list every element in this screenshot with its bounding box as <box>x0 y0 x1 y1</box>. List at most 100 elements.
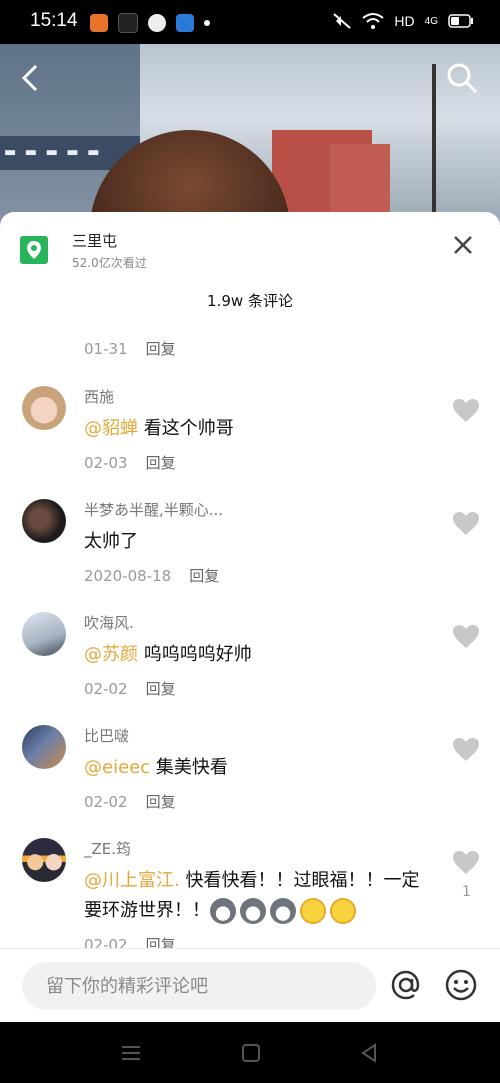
battery-icon <box>448 14 473 28</box>
mention-link[interactable]: @貂蝉 <box>84 418 138 439</box>
network-label: HD <box>394 13 415 29</box>
comment-body: 看这个帅哥 <box>143 418 234 439</box>
zhihu-icon <box>148 14 166 32</box>
like-button[interactable] <box>452 511 480 537</box>
comment-body: 太帅了 <box>84 531 138 552</box>
husky-emoji-icon <box>270 898 296 924</box>
comment-username[interactable]: 吹海风. <box>84 612 134 633</box>
triangle-back-icon <box>361 1043 376 1063</box>
list-item: 比巴啵 @eieec 集美快看 02-02 回复 <box>0 713 500 826</box>
status-indicators: HD 4G <box>332 12 474 30</box>
comment-username[interactable]: _ZE.筠 <box>84 838 131 859</box>
mention-link[interactable]: @川上富江. <box>84 870 180 891</box>
avatar[interactable] <box>22 725 66 769</box>
home-button[interactable] <box>240 1042 262 1064</box>
comment-meta: 02-02 回复 <box>84 791 176 812</box>
comment-list: 01-31 回复 西施 @貂蝉 看这个帅哥 02-03 回复 半梦あ半醒,半颗心..… <box>0 324 500 956</box>
at-icon <box>391 970 420 1000</box>
comment-meta: 02-02 回复 <box>84 678 176 699</box>
list-item: 01-31 回复 <box>0 324 500 374</box>
list-item: 吹海风. @苏颜 呜呜呜呜好帅 02-02 回复 <box>0 600 500 713</box>
search-button[interactable] <box>444 60 480 96</box>
like-button[interactable] <box>452 737 480 763</box>
list-item: _ZE.筠 @川上富江. 快看快看！！过眼福！！一定要环游世界！！ 02-02 回… <box>0 826 500 956</box>
comment-count: 1.9w 条评论 <box>207 292 293 310</box>
comment-text: @貂蝉 看这个帅哥 <box>84 414 424 444</box>
like-button[interactable] <box>452 398 480 424</box>
wifi-icon <box>362 13 385 29</box>
heart-icon <box>453 399 479 422</box>
comment-date: 01-31 <box>84 340 128 358</box>
like-button[interactable] <box>452 850 480 876</box>
reply-button[interactable]: 回复 <box>146 793 176 811</box>
comment-text: @苏颜 呜呜呜呜好帅 <box>84 640 424 670</box>
status-bar: 15:14 HD 4G <box>0 0 500 44</box>
app-notification-icon <box>90 14 108 32</box>
avatar[interactable] <box>22 612 66 656</box>
close-button[interactable] <box>448 230 478 260</box>
back-button[interactable] <box>14 60 50 96</box>
location-title[interactable]: 三里屯 <box>72 230 117 251</box>
smile-emoji-icon <box>330 898 356 924</box>
comment-date: 02-03 <box>84 454 128 472</box>
comment-sheet: 三里屯 52.0亿次看过 1.9w 条评论 01-31 回复 西施 @貂蝉 看这个… <box>0 212 500 1022</box>
more-notifications-icon <box>204 20 210 26</box>
husky-emoji-icon <box>210 898 236 924</box>
comment-meta: 01-31 回复 <box>84 338 176 359</box>
smile-emoji-icon <box>300 898 326 924</box>
back-nav-button[interactable] <box>358 1042 380 1064</box>
comment-text: @eieec 集美快看 <box>84 753 424 783</box>
husky-emoji-icon <box>240 898 266 924</box>
tower-image <box>432 64 436 224</box>
reply-button[interactable]: 回复 <box>189 567 219 585</box>
comment-text: 太帅了 <box>84 527 424 557</box>
mention-link[interactable]: @eieec <box>84 757 150 778</box>
heart-icon <box>453 851 479 874</box>
system-nav-bar <box>0 1022 500 1083</box>
list-item: 西施 @貂蝉 看这个帅哥 02-03 回复 <box>0 374 500 487</box>
comment-body: 集美快看 <box>155 757 228 778</box>
comment-date: 02-02 <box>84 680 128 698</box>
home-icon <box>242 1044 260 1062</box>
menu-button[interactable] <box>120 1042 142 1064</box>
signal-label: 4G <box>424 15 438 27</box>
avatar[interactable] <box>22 386 66 430</box>
reply-button[interactable]: 回复 <box>146 680 176 698</box>
avatar[interactable] <box>22 499 66 543</box>
mute-icon <box>333 13 352 29</box>
mention-button[interactable] <box>388 967 424 1003</box>
browser-icon <box>176 14 194 32</box>
comment-input[interactable] <box>22 962 376 1010</box>
comment-username[interactable]: 西施 <box>84 386 114 407</box>
emoji-button[interactable] <box>443 967 479 1003</box>
emoji-icon <box>445 969 477 1001</box>
comment-body: 呜呜呜呜好帅 <box>143 644 252 665</box>
menu-icon <box>122 1046 140 1060</box>
comment-input-bar <box>0 948 500 1023</box>
heart-icon <box>453 625 479 648</box>
location-views: 52.0亿次看过 <box>72 256 147 270</box>
mention-link[interactable]: @苏颜 <box>84 644 138 665</box>
comment-meta: 02-03 回复 <box>84 452 176 473</box>
close-icon <box>454 236 472 254</box>
search-icon <box>447 63 478 94</box>
comment-username[interactable]: 半梦あ半醒,半颗心... <box>84 499 223 520</box>
list-item: 半梦あ半醒,半颗心... 太帅了 2020-08-18 回复 <box>0 487 500 600</box>
back-arrow-icon <box>21 64 38 92</box>
like-count: 1 <box>462 884 471 900</box>
reply-button[interactable]: 回复 <box>146 454 176 472</box>
comment-text: @川上富江. 快看快看！！过眼福！！一定要环游世界！！ <box>84 866 424 926</box>
heart-icon <box>453 738 479 761</box>
comment-meta: 2020-08-18 回复 <box>84 565 219 586</box>
video-preview[interactable]: ▬ ▬ ▬ ▬ ▬ <box>0 44 500 224</box>
avatar[interactable] <box>22 838 66 882</box>
location-icon <box>20 236 48 264</box>
tiktok-icon <box>118 13 138 33</box>
like-button[interactable] <box>452 624 480 650</box>
status-time: 15:14 <box>30 10 78 31</box>
notification-icons <box>90 13 210 33</box>
comment-date: 2020-08-18 <box>84 567 172 585</box>
comment-date: 02-02 <box>84 793 128 811</box>
comment-username[interactable]: 比巴啵 <box>84 725 129 746</box>
reply-button[interactable]: 回复 <box>146 340 176 358</box>
